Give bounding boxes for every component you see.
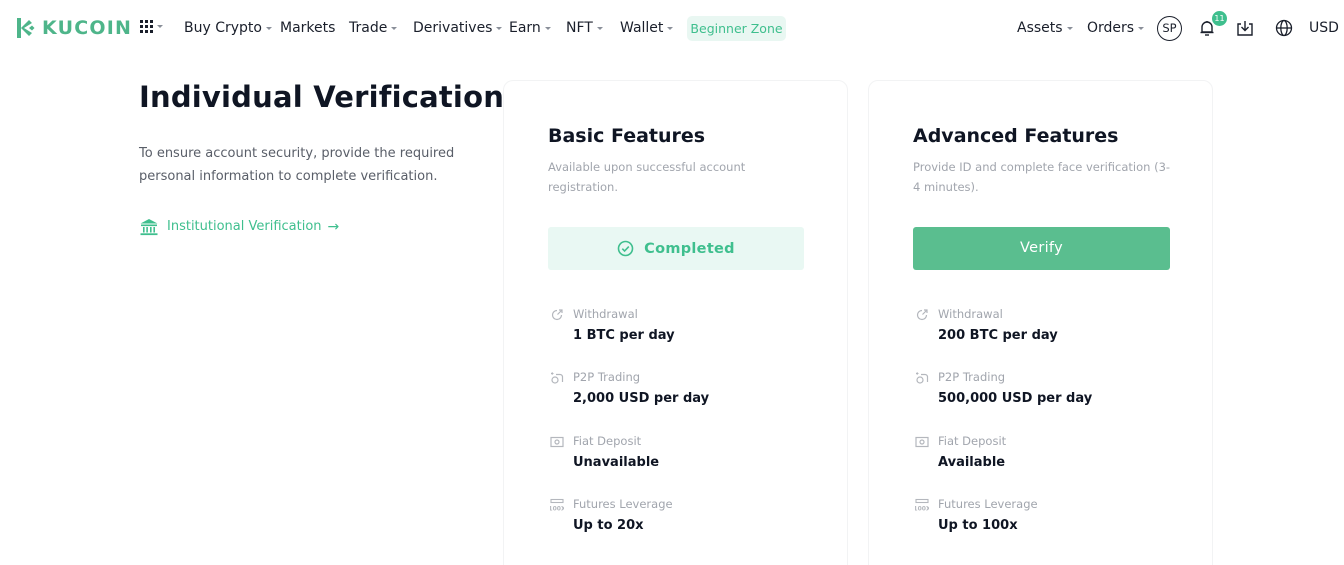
top-navigation: KUCOIN Buy Crypto Markets Trade Derivati… [0,0,1344,56]
logo-text: KUCOIN [42,17,133,39]
feature-value: 200 BTC per day [938,328,1058,343]
notification-badge: 11 [1212,11,1227,26]
chevron-down-icon [1138,26,1145,30]
feature-withdrawal: Withdrawal 200 BTC per day [913,306,1173,356]
svg-text:100X: 100X [550,506,564,513]
feature-withdrawal: Withdrawal 1 BTC per day [548,306,808,356]
feature-label: P2P Trading [573,370,641,384]
withdrawal-icon [916,309,928,321]
chevron-down-icon [1066,26,1073,30]
feature-value: 500,000 USD per day [938,391,1093,406]
intro-description: To ensure account security, provide the … [139,146,455,184]
apps-grid-icon [140,20,153,33]
completed-label: Completed [644,240,735,257]
institutional-verification-link[interactable]: Institutional Verification → [139,217,339,237]
feature-label: Futures Leverage [573,497,673,511]
globe-icon[interactable] [1274,18,1294,38]
feature-fiat-deposit: Fiat Deposit Unavailable [548,433,808,483]
download-icon[interactable] [1235,18,1255,38]
card-description: Provide ID and complete face verificatio… [913,160,1171,194]
bank-icon [140,219,158,236]
feature-value: Available [938,455,1006,470]
nav-label: Assets [1017,20,1063,36]
feature-label: Futures Leverage [938,497,1038,511]
nav-derivatives[interactable]: Derivatives [413,19,503,37]
feature-fiat-deposit: Fiat Deposit Available [913,433,1173,483]
nav-label: Derivatives [413,20,493,36]
nav-nft[interactable]: NFT [566,19,603,37]
nav-assets[interactable]: Assets [1017,19,1073,37]
card-title: Basic Features [548,125,706,147]
futures-leverage-icon: 100X [915,498,929,512]
nav-buy-crypto[interactable]: Buy Crypto [184,19,272,37]
chevron-down-icon [596,26,603,30]
nav-trade[interactable]: Trade [349,19,398,37]
chevron-down-icon [265,26,272,30]
advanced-features-card: Advanced Features Provide ID and complet… [868,80,1213,565]
svg-text:100X: 100X [915,506,929,513]
nav-orders[interactable]: Orders [1087,19,1145,37]
chevron-down-icon [667,26,674,30]
card-description: Available upon successful account regist… [548,160,746,194]
nav-wallet[interactable]: Wallet [620,19,674,37]
chevron-down-icon [496,26,503,30]
feature-value: Unavailable [573,455,660,470]
verify-button[interactable]: Verify [913,227,1170,270]
nav-label: Wallet [620,20,664,36]
feature-label: Withdrawal [938,307,1003,321]
feature-value: Up to 100x [938,518,1018,533]
user-avatar[interactable]: SP [1157,16,1182,41]
feature-value: 2,000 USD per day [573,391,710,406]
nav-label: NFT [566,20,593,36]
arrow-right-icon: → [327,219,340,235]
check-circle-icon [617,240,634,257]
feature-p2p-trading: P2P Trading 2,000 USD per day [548,369,808,419]
nav-earn[interactable]: Earn [509,19,551,37]
feature-label: Fiat Deposit [573,434,642,448]
card-title: Advanced Features [913,125,1119,147]
chevron-down-icon [391,26,398,30]
p2p-icon [551,372,564,384]
basic-features-card: Basic Features Available upon successful… [503,80,848,565]
feature-value: 1 BTC per day [573,328,675,343]
feature-futures-leverage: 100X Futures Leverage Up to 20x [548,496,808,546]
feature-label: Fiat Deposit [938,434,1007,448]
feature-label: Withdrawal [573,307,638,321]
chevron-down-icon [157,25,163,28]
nav-label: Markets [280,20,336,36]
nav-label: Buy Crypto [184,20,262,36]
fiat-deposit-icon [915,436,929,448]
nav-label: Earn [509,20,541,36]
institutional-verification-label: Institutional Verification [167,219,322,234]
beginner-zone-button[interactable]: Beginner Zone [687,16,786,41]
withdrawal-icon [551,309,563,321]
nav-markets[interactable]: Markets [280,19,335,37]
fiat-deposit-icon [550,436,564,448]
apps-menu-button[interactable] [140,20,163,33]
page-title: Individual Verification [139,80,505,114]
feature-label: P2P Trading [938,370,1006,384]
futures-leverage-icon: 100X [550,498,564,512]
feature-p2p-trading: P2P Trading 500,000 USD per day [913,369,1173,419]
currency-selector[interactable]: USD [1309,19,1339,37]
nav-label: Orders [1087,20,1135,36]
kucoin-logo[interactable]: KUCOIN [14,16,132,40]
feature-futures-leverage: 100X Futures Leverage Up to 100x [913,496,1173,546]
nav-label: Trade [349,20,388,36]
completed-status: Completed [548,227,804,270]
feature-value: Up to 20x [573,518,644,533]
chevron-down-icon [544,26,551,30]
p2p-icon [916,372,929,384]
kucoin-logo-icon [17,18,35,38]
